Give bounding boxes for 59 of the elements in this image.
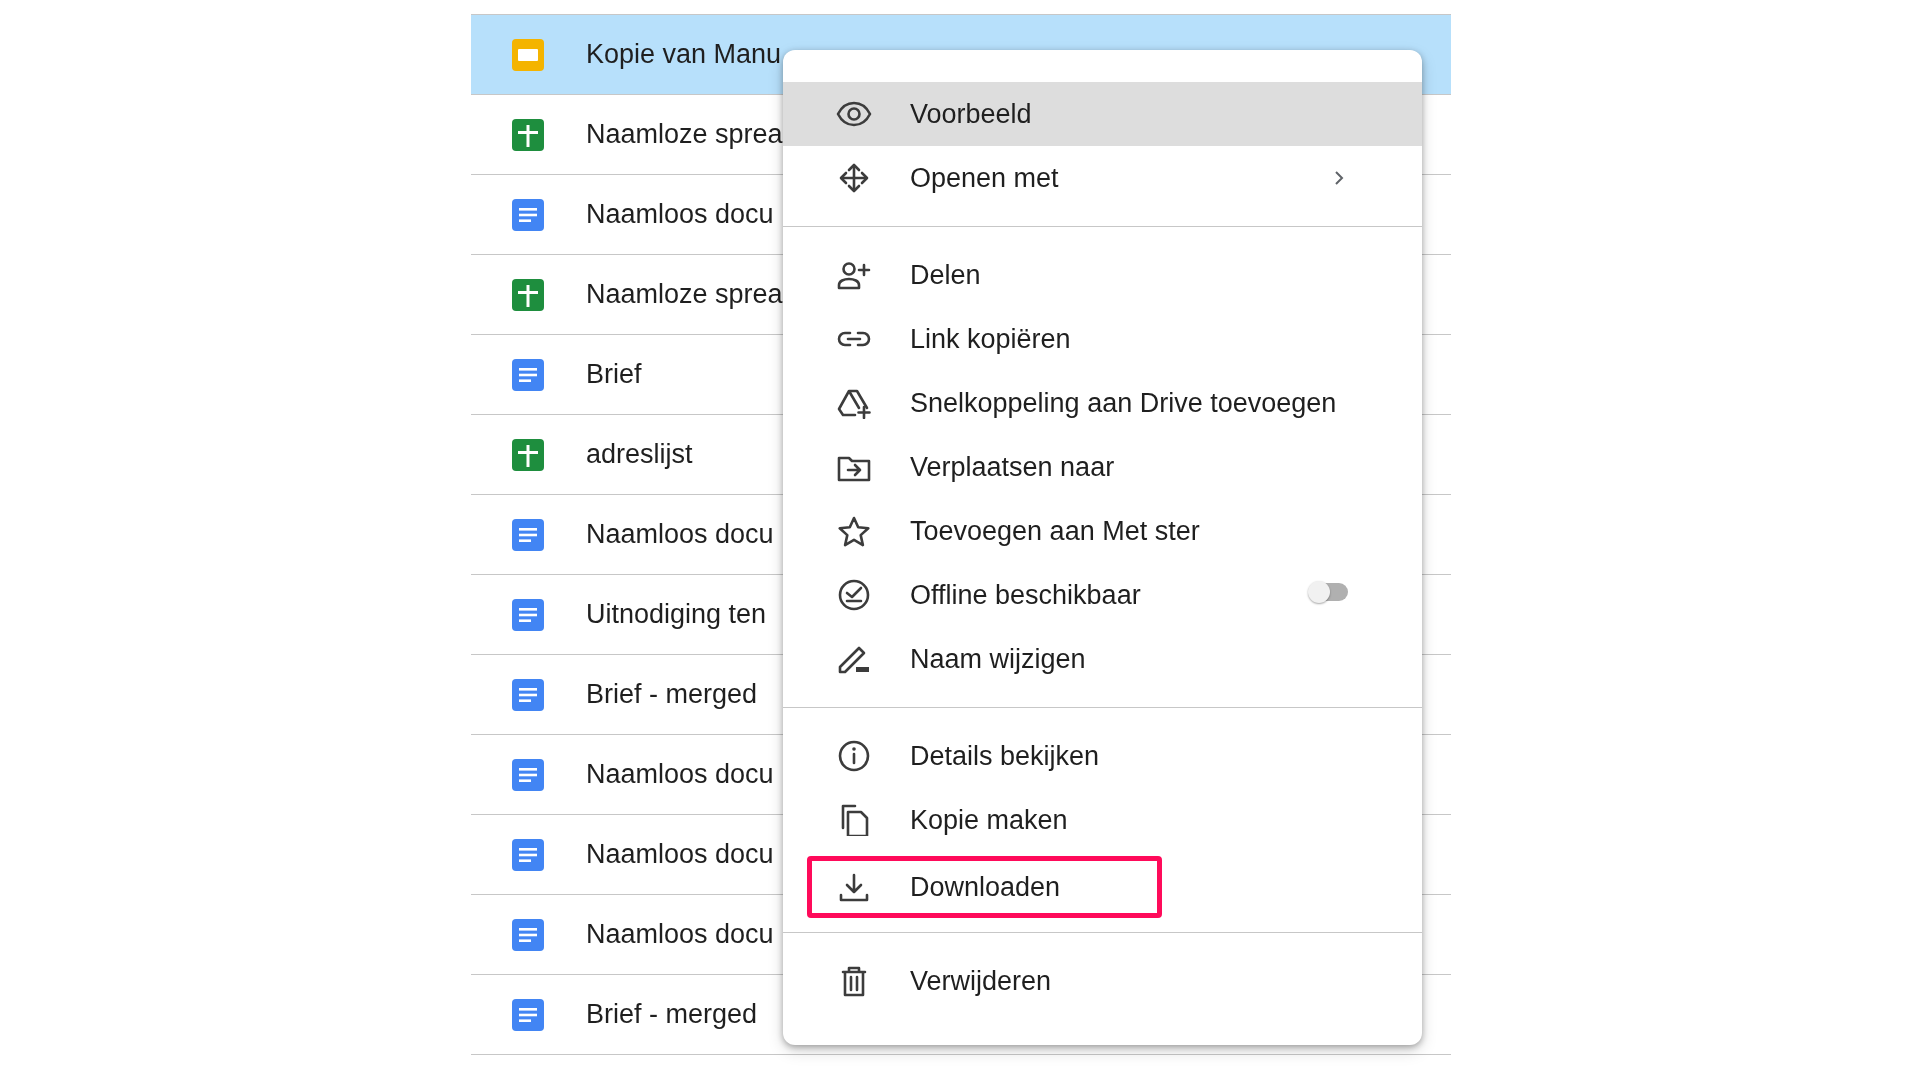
menu-label: Snelkoppeling aan Drive toevoegen	[910, 387, 1338, 419]
info-icon	[836, 740, 872, 772]
file-name: Naamloze sprea	[586, 119, 783, 150]
spreadsheet-icon	[512, 438, 544, 471]
toggle-switch[interactable]	[1310, 583, 1348, 601]
menu-label: Openen met	[910, 162, 1060, 194]
file-name: Naamloos docu	[586, 839, 774, 870]
menu-label: Delen	[910, 259, 982, 291]
menu-item[interactable]: Delen	[783, 243, 1422, 307]
menu-item[interactable]: Verwijderen	[783, 949, 1422, 1013]
file-name: Brief	[586, 359, 642, 390]
star-icon	[836, 515, 872, 547]
add-person-icon	[836, 259, 872, 291]
menu-item[interactable]: Toevoegen aan Met ster	[783, 499, 1422, 563]
document-icon	[512, 998, 544, 1031]
menu-label: Details bekijken	[910, 740, 1101, 772]
chevron-icon	[1334, 170, 1344, 186]
check-circle-icon	[836, 579, 872, 611]
file-name: Naamloze sprea	[586, 279, 783, 310]
document-icon	[512, 918, 544, 951]
menu-label: Naam wijzigen	[910, 643, 1087, 675]
document-icon	[512, 598, 544, 631]
file-name: Brief - merged	[586, 999, 758, 1030]
document-icon	[512, 358, 544, 391]
menu-item[interactable]: Naam wijzigen	[783, 627, 1422, 691]
menu-item[interactable]: Openen met	[783, 146, 1422, 210]
drive-add-icon	[836, 387, 872, 419]
menu-item[interactable]: Snelkoppeling aan Drive toevoegen	[783, 371, 1422, 435]
file-name: adreslijst	[586, 439, 693, 470]
menu-label: Kopie maken	[910, 804, 1069, 836]
file-name: Naamloos docu	[586, 759, 774, 790]
menu-item[interactable]: Offline beschikbaar	[783, 563, 1422, 627]
menu-item[interactable]: Details bekijken	[783, 724, 1422, 788]
menu-label: Voorbeeld	[910, 98, 1033, 130]
menu-label: Toevoegen aan Met ster	[910, 515, 1201, 547]
menu-label: Verwijderen	[910, 965, 1053, 997]
menu-label: Link kopiëren	[910, 323, 1072, 355]
menu-item[interactable]: Downloaden	[783, 852, 1422, 916]
menu-item[interactable]: Verplaatsen naar	[783, 435, 1422, 499]
slides-icon	[512, 38, 544, 71]
document-icon	[512, 838, 544, 871]
menu-label: Verplaatsen naar	[910, 451, 1116, 483]
document-icon	[512, 678, 544, 711]
menu-label: Offline beschikbaar	[910, 579, 1142, 611]
menu-item[interactable]: Link kopiëren	[783, 307, 1422, 371]
spreadsheet-icon	[512, 278, 544, 311]
file-name: Uitnodiging ten	[586, 599, 767, 630]
file-name: Naamloos docu	[586, 919, 774, 950]
file-name: Kopie van Manu	[586, 39, 782, 70]
spreadsheet-icon	[512, 118, 544, 151]
menu-item[interactable]: Kopie maken	[783, 788, 1422, 852]
file-name: Brief - merged	[586, 679, 758, 710]
file-name: Naamloos docu	[586, 199, 774, 230]
file-name: Naamloos docu	[586, 519, 774, 550]
document-icon	[512, 198, 544, 231]
document-icon	[512, 758, 544, 791]
document-icon	[512, 518, 544, 551]
menu-label: Downloaden	[910, 871, 1062, 903]
menu-item[interactable]: Voorbeeld	[783, 82, 1422, 146]
